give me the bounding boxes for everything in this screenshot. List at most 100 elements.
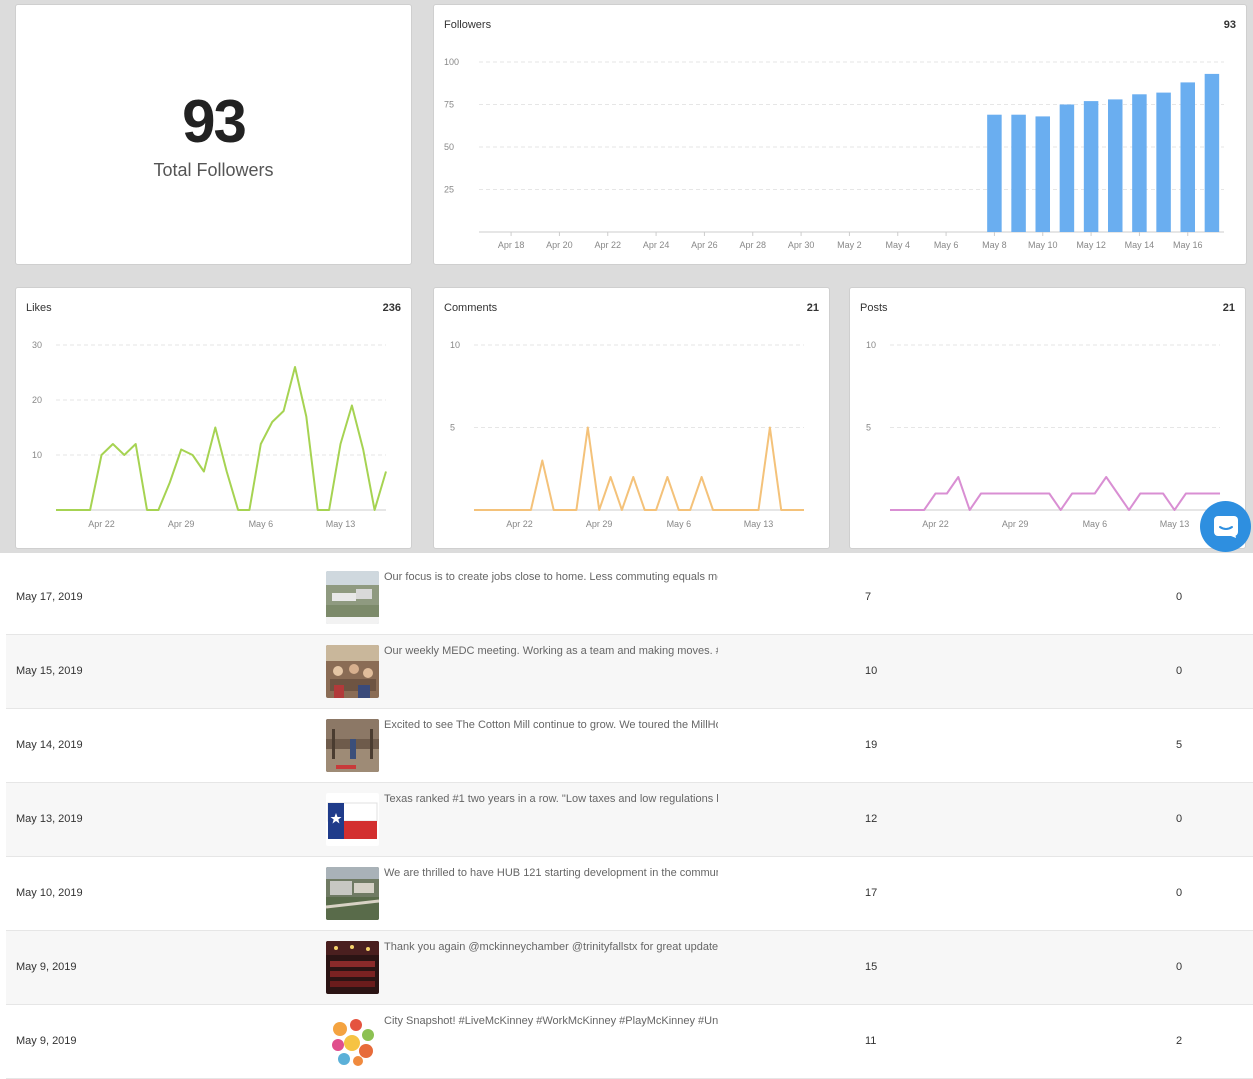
followers-bar[interactable] <box>1181 82 1196 232</box>
x-tick-label: May 12 <box>1076 240 1106 250</box>
y-tick-label: 10 <box>450 340 460 350</box>
chat-icon <box>1213 515 1239 539</box>
series-line <box>56 367 386 510</box>
post-date: May 14, 2019 <box>16 739 83 751</box>
post-likes-count: 15 <box>865 961 877 973</box>
x-tick-label: May 2 <box>837 240 862 250</box>
post-row[interactable]: May 15, 2019 Our weekly MEDC meeting. Wor… <box>6 635 1253 709</box>
post-caption[interactable]: Thank you again @mckinneychamber @trinit… <box>384 941 718 953</box>
x-tick-label: Apr 29 <box>1002 519 1029 529</box>
likes-line-chart: 102030Apr 22Apr 29May 6May 13 <box>16 288 413 550</box>
post-thumbnail[interactable] <box>326 719 379 772</box>
comments-line-chart: 5 10 Apr 22 Apr 29 May 6 May 13 <box>434 288 831 550</box>
post-caption[interactable]: Texas ranked #1 two years in a row. "Low… <box>384 793 718 805</box>
post-thumbnail[interactable] <box>326 1015 379 1068</box>
x-tick-label: Apr 18 <box>498 240 525 250</box>
post-date: May 15, 2019 <box>16 665 83 677</box>
x-tick-label: May 6 <box>1083 519 1108 529</box>
y-tick-label: 10 <box>866 340 876 350</box>
x-tick-label: May 13 <box>1160 519 1190 529</box>
post-thumbnail[interactable] <box>326 867 379 920</box>
post-comments-count: 2 <box>1176 1035 1182 1047</box>
y-tick-label: 5 <box>450 423 455 433</box>
post-date: May 9, 2019 <box>16 961 77 973</box>
x-tick-label: May 6 <box>934 240 959 250</box>
post-caption[interactable]: Our weekly MEDC meeting. Working as a te… <box>384 645 718 657</box>
post-date: May 9, 2019 <box>16 1035 77 1047</box>
x-tick-label: Apr 30 <box>788 240 815 250</box>
post-date: May 13, 2019 <box>16 813 83 825</box>
x-tick-label: Apr 20 <box>546 240 573 250</box>
x-tick-label: Apr 22 <box>506 519 533 529</box>
followers-bar[interactable] <box>1036 116 1051 232</box>
post-likes-count: 12 <box>865 813 877 825</box>
posts-chart-card: Posts 21 510Apr 22Apr 29May 6May 13 <box>849 287 1246 549</box>
post-caption[interactable]: City Snapshot! #LiveMcKinney #WorkMcKinn… <box>384 1015 718 1027</box>
x-tick-label: May 13 <box>744 519 774 529</box>
post-likes-count: 19 <box>865 739 877 751</box>
x-tick-label: May 13 <box>326 519 356 529</box>
y-tick-label: 100 <box>444 57 459 67</box>
series-line <box>890 477 1220 510</box>
x-tick-label: May 4 <box>885 240 910 250</box>
post-likes-count: 17 <box>865 887 877 899</box>
x-tick-label: Apr 22 <box>594 240 621 250</box>
post-row[interactable]: May 13, 2019 Texas ranked #1 two years in… <box>6 783 1253 857</box>
post-thumbnail[interactable] <box>326 571 379 624</box>
post-likes-count: 7 <box>865 591 871 603</box>
y-tick-label: 20 <box>32 395 42 405</box>
x-tick-label: Apr 22 <box>88 519 115 529</box>
followers-bar[interactable] <box>1205 74 1220 232</box>
followers-bar[interactable] <box>1132 94 1147 232</box>
post-comments-count: 0 <box>1176 887 1182 899</box>
y-tick-label: 25 <box>444 185 454 195</box>
x-tick-label: Apr 24 <box>643 240 670 250</box>
followers-bar[interactable] <box>987 115 1002 232</box>
followers-bar[interactable] <box>1108 99 1123 232</box>
post-caption[interactable]: Excited to see The Cotton Mill continue … <box>384 719 718 731</box>
y-tick-label: 5 <box>866 423 871 433</box>
post-comments-count: 0 <box>1176 665 1182 677</box>
post-thumbnail[interactable] <box>326 645 379 698</box>
comments-chart-card: Comments 21 510Apr 22Apr 29May 6May 13 <box>433 287 830 549</box>
x-tick-label: May 16 <box>1173 240 1203 250</box>
post-thumbnail[interactable] <box>326 941 379 994</box>
chat-launcher-button[interactable] <box>1200 501 1251 552</box>
y-tick-label: 50 <box>444 142 454 152</box>
followers-bar[interactable] <box>1060 105 1075 233</box>
x-tick-label: May 14 <box>1125 240 1155 250</box>
post-caption[interactable]: We are thrilled to have HUB 121 starting… <box>384 867 718 879</box>
post-comments-count: 0 <box>1176 813 1182 825</box>
x-tick-label: Apr 28 <box>739 240 766 250</box>
x-tick-label: Apr 26 <box>691 240 718 250</box>
post-comments-count: 5 <box>1176 739 1182 751</box>
x-tick-label: May 8 <box>982 240 1007 250</box>
followers-bar-chart: 25 50 75 100 Apr 18 Apr 20 Apr 22 Apr 24 Apr 26 A… <box>434 5 1248 266</box>
x-tick-label: Apr 22 <box>922 519 949 529</box>
post-row[interactable]: May 14, 2019 Excited to see The Cotton Mi… <box>6 709 1253 783</box>
y-tick-label: 75 <box>444 100 454 110</box>
post-row[interactable]: May 17, 2019 Our focus is to create jobs … <box>6 561 1253 635</box>
y-tick-label: 10 <box>32 450 42 460</box>
x-tick-label: May 6 <box>667 519 692 529</box>
followers-bar[interactable] <box>1011 115 1025 232</box>
post-likes-count: 11 <box>865 1035 876 1047</box>
x-tick-label: Apr 29 <box>586 519 613 529</box>
post-thumbnail[interactable] <box>326 793 379 846</box>
post-row[interactable]: May 9, 2019 Thank you again @mckinneycham… <box>6 931 1253 1005</box>
post-date: May 17, 2019 <box>16 591 83 603</box>
y-tick-label: 30 <box>32 340 42 350</box>
post-row[interactable]: May 9, 2019 City Snapshot! #LiveMcKinney … <box>6 1005 1253 1079</box>
x-tick-label: May 6 <box>249 519 274 529</box>
post-likes-count: 10 <box>865 665 877 677</box>
dashboard-area: 93 Total Followers Followers 93 25507510… <box>0 0 1253 553</box>
followers-bar[interactable] <box>1084 101 1099 232</box>
followers-bar[interactable] <box>1156 93 1171 232</box>
post-caption[interactable]: Our focus is to create jobs close to hom… <box>384 571 718 583</box>
post-row[interactable]: May 10, 2019 We are thrilled to have HUB … <box>6 857 1253 931</box>
posts-line-chart: 5 10 Apr 22 Apr 29 May 6 May 13 <box>850 288 1247 550</box>
post-comments-count: 0 <box>1176 961 1182 973</box>
post-date: May 10, 2019 <box>16 887 83 899</box>
x-tick-label: May 10 <box>1028 240 1058 250</box>
post-comments-count: 0 <box>1176 591 1182 603</box>
